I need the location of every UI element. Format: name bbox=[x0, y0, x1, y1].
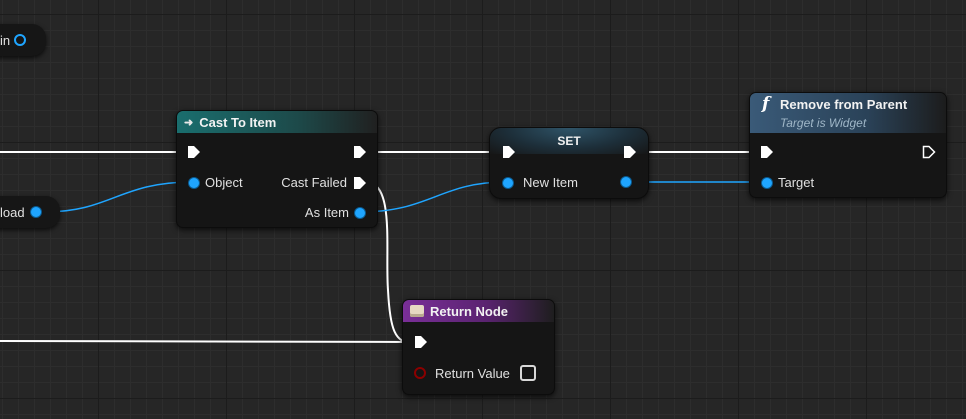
set-exec-out[interactable] bbox=[623, 145, 637, 159]
object-pin-icon[interactable] bbox=[762, 177, 772, 188]
cast-exec-in[interactable] bbox=[187, 145, 201, 159]
cast-as-item-label: As Item bbox=[304, 205, 349, 220]
cast-arrow-icon: ➜ bbox=[184, 116, 194, 129]
exec-pin-icon[interactable] bbox=[760, 145, 774, 159]
output-pin-icon[interactable] bbox=[30, 207, 41, 217]
cast-failed-pin[interactable]: Cast Failed bbox=[281, 175, 367, 190]
set-node[interactable]: SET New Item bbox=[489, 127, 649, 199]
return-exec-in[interactable] bbox=[414, 335, 428, 349]
set-node-title: SET bbox=[557, 134, 581, 148]
cast-failed-label: Cast Failed bbox=[281, 175, 347, 190]
exec-pin-outline-icon[interactable] bbox=[922, 145, 936, 159]
object-pin-icon[interactable] bbox=[503, 177, 513, 188]
exec-pin-icon[interactable] bbox=[414, 335, 428, 349]
exec-pin-icon[interactable] bbox=[623, 145, 637, 159]
exec-pin-icon[interactable] bbox=[187, 145, 201, 159]
cast-node-title: Cast To Item bbox=[199, 114, 277, 130]
remove-node-title: Remove from Parent bbox=[780, 97, 908, 112]
cast-object-label: Object bbox=[205, 175, 243, 190]
remove-target-pin[interactable]: Target bbox=[762, 175, 814, 190]
output-pin-icon[interactable] bbox=[14, 34, 27, 46]
function-icon: f bbox=[762, 94, 770, 114]
exec-pin-icon[interactable] bbox=[353, 176, 367, 190]
set-new-item-pin[interactable]: New Item bbox=[503, 175, 578, 190]
remove-target-label: Target bbox=[778, 175, 815, 190]
return-node-icon bbox=[410, 305, 424, 317]
remove-node-subtitle: Target is Widget bbox=[780, 116, 867, 130]
cast-node-header[interactable]: ➜ Cast To Item bbox=[177, 111, 377, 133]
return-node-header[interactable]: Return Node bbox=[403, 300, 554, 322]
partial-node-load-label: load bbox=[0, 204, 25, 220]
remove-exec-out[interactable] bbox=[922, 145, 936, 159]
partial-node-load[interactable]: load bbox=[0, 196, 60, 228]
set-new-item-label: New Item bbox=[523, 175, 578, 190]
remove-exec-in[interactable] bbox=[760, 145, 774, 159]
object-pin-icon[interactable] bbox=[355, 207, 365, 218]
exec-wire-in-return bbox=[0, 340, 414, 343]
remove-node-header[interactable]: f Remove from Parent Target is Widget bbox=[750, 93, 946, 133]
bool-pin-icon[interactable] bbox=[414, 367, 426, 379]
cast-to-item-node[interactable]: ➜ Cast To Item Object Cast Failed As Ite… bbox=[176, 110, 378, 228]
set-exec-in[interactable] bbox=[502, 145, 516, 159]
return-value-pin[interactable]: Return Value bbox=[414, 365, 536, 381]
data-wire-asitem-newitem bbox=[359, 181, 507, 213]
cast-as-item-pin[interactable]: As Item bbox=[305, 205, 365, 220]
exec-pin-icon[interactable] bbox=[353, 145, 367, 159]
object-pin-icon[interactable] bbox=[621, 177, 631, 187]
set-output-pin[interactable] bbox=[621, 177, 631, 187]
return-node[interactable]: Return Node Return Value bbox=[402, 299, 555, 395]
object-pin-icon[interactable] bbox=[189, 177, 199, 188]
data-wire-load-object bbox=[44, 181, 193, 213]
return-value-checkbox[interactable] bbox=[519, 365, 536, 381]
cast-exec-out[interactable] bbox=[353, 145, 367, 159]
exec-pin-icon[interactable] bbox=[502, 145, 516, 159]
partial-node-top-label: in bbox=[0, 32, 11, 48]
partial-node-top[interactable]: in bbox=[0, 24, 46, 56]
return-node-title: Return Node bbox=[430, 303, 508, 319]
remove-from-parent-node[interactable]: f Remove from Parent Target is Widget Ta… bbox=[749, 92, 947, 198]
return-value-label: Return Value bbox=[435, 365, 510, 381]
cast-object-pin[interactable]: Object bbox=[189, 175, 243, 190]
